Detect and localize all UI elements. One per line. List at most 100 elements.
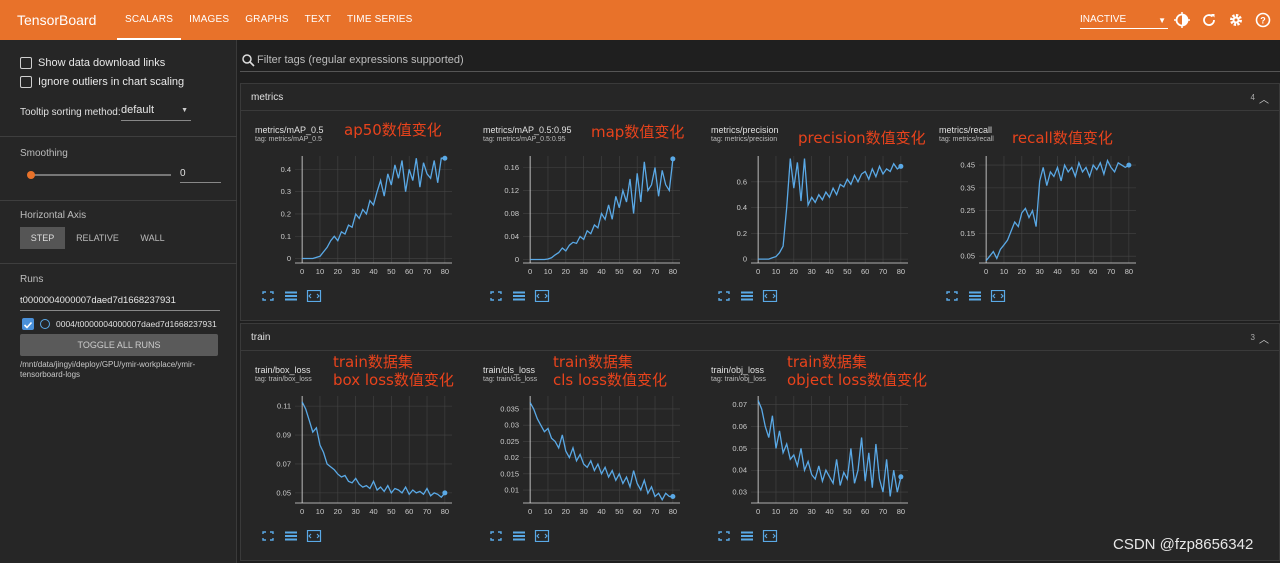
tag-filter-bar[interactable]: Filter tags (regular expressions support… — [240, 50, 1280, 72]
chart-card: metrics/recall tag: metrics/recall recall数… — [924, 113, 1144, 303]
y-tick-label: 0.035 — [500, 404, 519, 413]
tooltip-sort-select[interactable]: default ▼ — [121, 104, 191, 121]
checkbox-box[interactable] — [20, 76, 32, 88]
y-tick-label: 0.05 — [960, 252, 975, 261]
show-download-label: Show data download links — [38, 57, 166, 69]
checkbox-box[interactable] — [20, 57, 32, 69]
refresh-icon[interactable] — [1201, 12, 1217, 28]
line-chart[interactable]: 0 10 20 30 40 50 60 70 80 0.03 0.04 0.05 0.06 0.07 — [696, 388, 916, 528]
x-tick-label: 80 — [669, 507, 677, 516]
smoothing-input[interactable]: 0 — [180, 168, 221, 183]
axis-relative-button[interactable]: RELATIVE — [70, 227, 125, 249]
x-tick-label: 40 — [369, 507, 377, 516]
y-tick-label: 0 — [743, 255, 747, 264]
data-lines-icon[interactable] — [283, 289, 299, 301]
fullscreen-icon[interactable] — [260, 289, 276, 301]
divider — [0, 136, 237, 137]
group-count: 3 — [1250, 333, 1255, 342]
x-tick-label: 10 — [316, 267, 324, 276]
x-tick-label: 0 — [756, 507, 760, 516]
tab-images[interactable]: IMAGES — [189, 0, 229, 40]
y-tick-label: 0.6 — [737, 177, 747, 186]
tab-scalars[interactable]: SCALARS — [117, 0, 182, 40]
fit-domain-icon[interactable] — [990, 289, 1006, 303]
x-tick-label: 50 — [615, 507, 623, 516]
y-tick-label: 0.2 — [281, 209, 291, 218]
line-chart[interactable]: 0 10 20 30 40 50 60 70 80 0 0.1 0.2 0.3 0.4 — [240, 148, 460, 288]
x-tick-label: 80 — [897, 267, 905, 276]
chart-annotation: train数据集 box loss数值变化 — [333, 353, 454, 389]
toggle-all-runs-button[interactable]: TOGGLE ALL RUNS — [20, 334, 218, 356]
chart-annotation: precision数值变化 — [798, 129, 926, 147]
chart-annotation-line: box loss数值变化 — [333, 371, 454, 389]
chevron-up-icon[interactable]: ︿ — [1259, 331, 1269, 346]
line-chart[interactable]: 0 10 20 30 40 50 60 70 80 0 0.2 0.4 0.6 — [696, 148, 916, 288]
chart-tag: tag: metrics/mAP_0.5:0.95 — [483, 136, 566, 143]
chevron-down-icon: ▼ — [1158, 16, 1166, 25]
data-lines-icon[interactable] — [511, 289, 527, 301]
theme-toggle-icon[interactable] — [1174, 12, 1190, 28]
ignore-outliers-label: Ignore outliers in chart scaling — [38, 76, 185, 88]
chart-annotation: ap50数值变化 — [344, 121, 442, 139]
fit-domain-icon[interactable] — [762, 529, 778, 543]
tab-time-series[interactable]: TIME SERIES — [347, 0, 413, 40]
x-tick-label: 0 — [984, 267, 988, 276]
smoothing-slider-thumb[interactable] — [27, 171, 35, 179]
axis-wall-button[interactable]: WALL — [130, 227, 175, 249]
data-lines-icon[interactable] — [511, 529, 527, 541]
fullscreen-icon[interactable] — [944, 289, 960, 301]
chart-annotation-line: map数值变化 — [591, 123, 685, 141]
ignore-outliers-checkbox[interactable]: Ignore outliers in chart scaling — [20, 76, 184, 88]
run-checkbox[interactable] — [22, 318, 34, 330]
tab-text[interactable]: TEXT — [305, 0, 331, 40]
fullscreen-icon[interactable] — [716, 529, 732, 541]
x-tick-label: 70 — [651, 267, 659, 276]
fit-domain-icon[interactable] — [534, 529, 550, 543]
run-color-circle-icon[interactable] — [40, 319, 50, 329]
smoothing-slider[interactable] — [31, 174, 171, 176]
data-lines-icon[interactable] — [739, 529, 755, 541]
x-tick-label: 10 — [316, 507, 324, 516]
x-tick-label: 30 — [1035, 267, 1043, 276]
chart-toolbar — [716, 529, 778, 543]
y-tick-label: 0.04 — [504, 232, 519, 241]
run-item-label: 0004/t0000004000007daed7d1668237931 — [56, 319, 217, 329]
fullscreen-icon[interactable] — [716, 289, 732, 301]
data-lines-icon[interactable] — [739, 289, 755, 301]
x-tick-label: 20 — [1018, 267, 1026, 276]
fullscreen-icon[interactable] — [260, 529, 276, 541]
axis-step-button[interactable]: STEP — [20, 227, 65, 249]
line-chart[interactable]: 0 10 20 30 40 50 60 70 80 0.05 0.07 0.09 0.11 — [240, 388, 460, 528]
chevron-up-icon[interactable]: ︿ — [1259, 91, 1269, 106]
fit-domain-icon[interactable] — [306, 529, 322, 543]
fit-domain-icon[interactable] — [762, 289, 778, 303]
show-download-checkbox[interactable]: Show data download links — [20, 57, 165, 69]
chart-toolbar — [488, 289, 550, 303]
chart-annotation: recall数值变化 — [1012, 129, 1113, 147]
tab-graphs[interactable]: GRAPHS — [245, 0, 288, 40]
fit-domain-icon[interactable] — [534, 289, 550, 303]
x-tick-label: 50 — [387, 507, 395, 516]
line-chart[interactable]: 0 10 20 30 40 50 60 70 80 0.05 0.15 0.25 0.35 0.45 — [924, 148, 1144, 288]
group-header[interactable]: train 3 ︿ — [241, 324, 1279, 351]
line-chart[interactable]: 0 10 20 30 40 50 60 70 80 0 0.04 0.08 0.12 0.16 — [468, 148, 688, 288]
x-tick-label: 30 — [351, 507, 359, 516]
data-lines-icon[interactable] — [283, 529, 299, 541]
fullscreen-icon[interactable] — [488, 529, 504, 541]
y-tick-label: 0.06 — [732, 422, 747, 431]
plugin-select-value: INACTIVE — [1080, 14, 1127, 25]
y-tick-label: 0.03 — [504, 421, 519, 430]
x-tick-label: 20 — [334, 507, 342, 516]
run-filter-input[interactable]: t0000004000007daed7d1668237931 — [20, 295, 220, 311]
data-lines-icon[interactable] — [967, 289, 983, 301]
chart-toolbar — [488, 529, 550, 543]
x-tick-label: 40 — [369, 267, 377, 276]
plugin-select[interactable]: INACTIVE ▼ — [1080, 11, 1168, 29]
group-header[interactable]: metrics 4 ︿ — [241, 84, 1279, 111]
help-icon[interactable]: ? — [1255, 12, 1271, 28]
fullscreen-icon[interactable] — [488, 289, 504, 301]
gear-icon[interactable] — [1228, 12, 1244, 28]
fit-domain-icon[interactable] — [306, 289, 322, 303]
tag-filter-input[interactable]: Filter tags (regular expressions support… — [257, 54, 464, 66]
line-chart[interactable]: 0 10 20 30 40 50 60 70 80 0.01 0.015 0.02 0.025 0.03 0… — [468, 388, 688, 528]
